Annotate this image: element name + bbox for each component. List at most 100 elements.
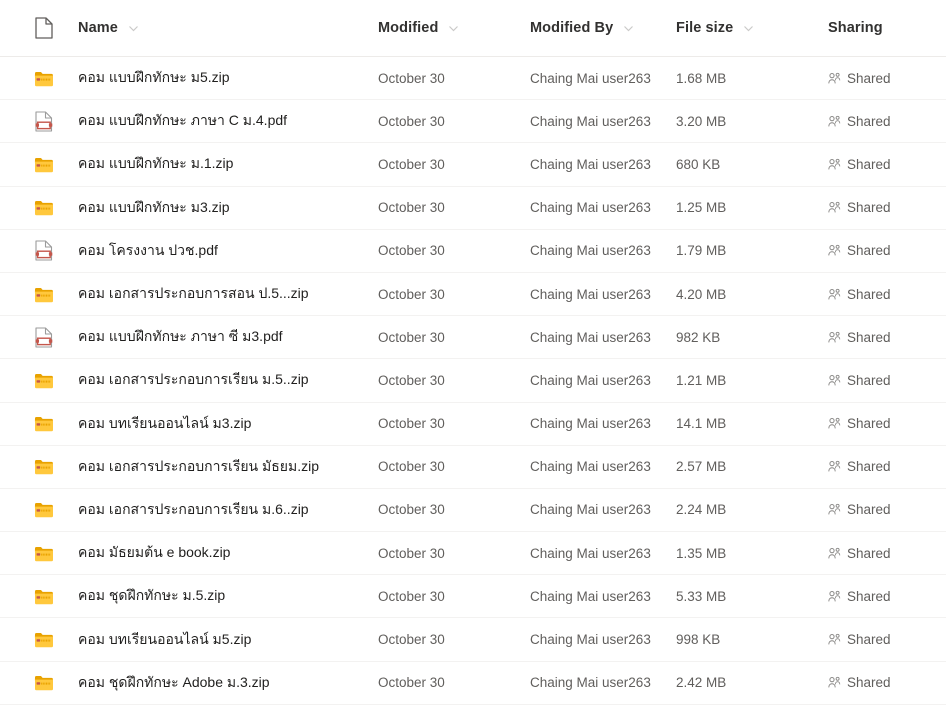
file-sharing-status[interactable]: Shared bbox=[828, 200, 946, 215]
people-icon bbox=[828, 201, 841, 214]
folder-icon bbox=[33, 197, 55, 219]
table-row[interactable]: คอม ชุดฝึกทักษะ ม.5.zip October 30 Chaing … bbox=[0, 575, 946, 619]
folder-icon bbox=[33, 542, 55, 564]
table-row[interactable]: คอม แบบฝึกทักษะ ม5.zip October 30 Chaing M… bbox=[0, 57, 946, 101]
file-sharing-status[interactable]: Shared bbox=[828, 502, 946, 517]
file-sharing-status[interactable]: Shared bbox=[828, 71, 946, 86]
row-file-icon-cell bbox=[0, 629, 78, 651]
row-file-icon-cell bbox=[0, 326, 78, 348]
file-sharing-status[interactable]: Shared bbox=[828, 546, 946, 561]
chevron-down-icon[interactable] bbox=[447, 22, 460, 35]
file-sharing-status[interactable]: Shared bbox=[828, 675, 946, 690]
table-row[interactable]: คอม แบบฝึกทักษะ ม.1.zip October 30 Chaing … bbox=[0, 143, 946, 187]
sharing-label: Shared bbox=[847, 243, 891, 259]
header-modified-by-column[interactable]: Modified By bbox=[530, 20, 676, 36]
file-rows-container: คอม แบบฝึกทักษะ ม5.zip October 30 Chaing M… bbox=[0, 57, 946, 705]
sharing-label: Shared bbox=[847, 70, 891, 86]
file-size: 3.20 MB bbox=[676, 113, 727, 129]
file-size: 14.1 MB bbox=[676, 416, 727, 432]
file-modified-date: October 30 bbox=[378, 200, 445, 216]
file-size: 998 KB bbox=[676, 632, 721, 648]
file-name-link[interactable]: คอม บทเรียนออนไลน์ ม3.zip bbox=[78, 413, 378, 435]
file-sharing-status[interactable]: Shared bbox=[828, 373, 946, 388]
file-name-link[interactable]: คอม เอกสารประกอบการสอน ป.5...zip bbox=[78, 283, 378, 305]
table-row[interactable]: คอม เอกสารประกอบการเรียน มัธยม.zip Octobe… bbox=[0, 445, 946, 489]
file-name-link[interactable]: คอม แบบฝึกทักษะ ม.1.zip bbox=[78, 153, 378, 175]
header-name-column[interactable]: Name bbox=[78, 20, 378, 36]
table-row[interactable]: คอม บทเรียนออนไลน์ ม3.zip October 30 Chain… bbox=[0, 402, 946, 446]
chevron-down-icon[interactable] bbox=[622, 22, 635, 35]
file-name-link[interactable]: คอม เอกสารประกอบการเรียน ม.6..zip bbox=[78, 499, 378, 521]
file-modified-date: October 30 bbox=[378, 632, 445, 648]
people-icon bbox=[828, 244, 841, 257]
file-modified-by: Chaing Mai user263 bbox=[530, 200, 651, 216]
file-name-link[interactable]: คอม โครงงาน ปวช.pdf bbox=[78, 240, 378, 262]
file-size: 2.42 MB bbox=[676, 675, 727, 691]
header-file-type-column[interactable] bbox=[0, 17, 78, 39]
file-modified-by: Chaing Mai user263 bbox=[530, 113, 651, 129]
sharing-label: Shared bbox=[847, 286, 891, 302]
table-row[interactable]: คอม เอกสารประกอบการสอน ป.5...zip October … bbox=[0, 272, 946, 317]
table-row[interactable]: คอม มัธยมต้น e book.zip October 30 Chaing … bbox=[0, 532, 946, 576]
file-name-link[interactable]: คอม ชุดฝึกทักษะ ม.5.zip bbox=[78, 585, 378, 607]
file-modified-by: Chaing Mai user263 bbox=[530, 459, 651, 475]
row-file-icon-cell bbox=[0, 585, 78, 607]
table-row[interactable]: คอม โครงงาน ปวช.pdf October 30 Chaing Mai … bbox=[0, 229, 946, 273]
file-modified-by: Chaing Mai user263 bbox=[530, 243, 651, 259]
people-icon bbox=[828, 288, 841, 301]
file-name-link[interactable]: คอม แบบฝึกทักษะ ม5.zip bbox=[78, 67, 378, 89]
chevron-down-icon[interactable] bbox=[742, 22, 755, 35]
file-sharing-status[interactable]: Shared bbox=[828, 459, 946, 474]
file-sharing-status[interactable]: Shared bbox=[828, 330, 946, 345]
file-sharing-status[interactable]: Shared bbox=[828, 157, 946, 172]
file-name-link[interactable]: คอม บทเรียนออนไลน์ ม5.zip bbox=[78, 629, 378, 651]
table-row[interactable]: คอม เอกสารประกอบการเรียน ม.6..zip October… bbox=[0, 488, 946, 533]
table-row[interactable]: คอม แบบฝึกทักษะ ม3.zip October 30 Chaing M… bbox=[0, 186, 946, 230]
header-modified-column[interactable]: Modified bbox=[378, 20, 530, 36]
table-row[interactable]: คอม แบบฝึกทักษะ ภาษา C ม.4.pdf October 30… bbox=[0, 100, 946, 144]
folder-icon bbox=[33, 456, 55, 478]
table-row[interactable]: คอม ชุดฝึกทักษะ Adobe ม.3.zip October 30 C… bbox=[0, 661, 946, 705]
file-sharing-status[interactable]: Shared bbox=[828, 114, 946, 129]
people-icon bbox=[828, 115, 841, 128]
file-name-link[interactable]: คอม แบบฝึกทักษะ ภาษา C ม.4.pdf bbox=[78, 110, 378, 132]
row-file-icon-cell bbox=[0, 369, 78, 391]
file-name-link[interactable]: คอม เอกสารประกอบการเรียน มัธยม.zip bbox=[78, 456, 378, 478]
file-sharing-status[interactable]: Shared bbox=[828, 632, 946, 647]
file-modified-by: Chaing Mai user263 bbox=[530, 502, 651, 518]
file-sharing-status[interactable]: Shared bbox=[828, 589, 946, 604]
file-sharing-status[interactable]: Shared bbox=[828, 287, 946, 302]
header-sharing-column[interactable]: Sharing bbox=[828, 20, 946, 36]
row-file-icon-cell bbox=[0, 197, 78, 219]
header-modified-label: Modified bbox=[378, 20, 439, 36]
table-row[interactable]: คอม แบบฝึกทักษะ ภาษา ซี ม3.pdf October 30… bbox=[0, 316, 946, 360]
file-modified-date: October 30 bbox=[378, 329, 445, 345]
file-name-link[interactable]: คอม แบบฝึกทักษะ ภาษา ซี ม3.pdf bbox=[78, 326, 378, 348]
sharing-label: Shared bbox=[847, 588, 891, 604]
table-row[interactable]: คอม บทเรียนออนไลน์ ม5.zip October 30 Chain… bbox=[0, 618, 946, 662]
folder-icon bbox=[33, 67, 55, 89]
file-modified-date: October 30 bbox=[378, 286, 445, 302]
file-modified-by: Chaing Mai user263 bbox=[530, 588, 651, 604]
file-name-link[interactable]: คอม มัธยมต้น e book.zip bbox=[78, 542, 378, 564]
file-modified-by: Chaing Mai user263 bbox=[530, 286, 651, 302]
file-modified-date: October 30 bbox=[378, 70, 445, 86]
people-icon bbox=[828, 676, 841, 689]
table-row[interactable]: คอม เอกสารประกอบการเรียน ม.5..zip October… bbox=[0, 359, 946, 403]
file-name-link[interactable]: คอม แบบฝึกทักษะ ม3.zip bbox=[78, 197, 378, 219]
file-size: 1.35 MB bbox=[676, 545, 727, 561]
file-name-link[interactable]: คอม เอกสารประกอบการเรียน ม.5..zip bbox=[78, 369, 378, 391]
header-file-size-column[interactable]: File size bbox=[676, 20, 828, 36]
people-icon bbox=[828, 374, 841, 387]
file-name-link[interactable]: คอม ชุดฝึกทักษะ Adobe ม.3.zip bbox=[78, 672, 378, 694]
file-size: 1.68 MB bbox=[676, 70, 727, 86]
file-size: 2.24 MB bbox=[676, 502, 727, 518]
sharing-label: Shared bbox=[847, 329, 891, 345]
people-icon bbox=[828, 633, 841, 646]
row-file-icon-cell bbox=[0, 413, 78, 435]
file-sharing-status[interactable]: Shared bbox=[828, 416, 946, 431]
folder-icon bbox=[33, 585, 55, 607]
file-sharing-status[interactable]: Shared bbox=[828, 243, 946, 258]
chevron-down-icon[interactable] bbox=[127, 22, 140, 35]
file-modified-date: October 30 bbox=[378, 675, 445, 691]
